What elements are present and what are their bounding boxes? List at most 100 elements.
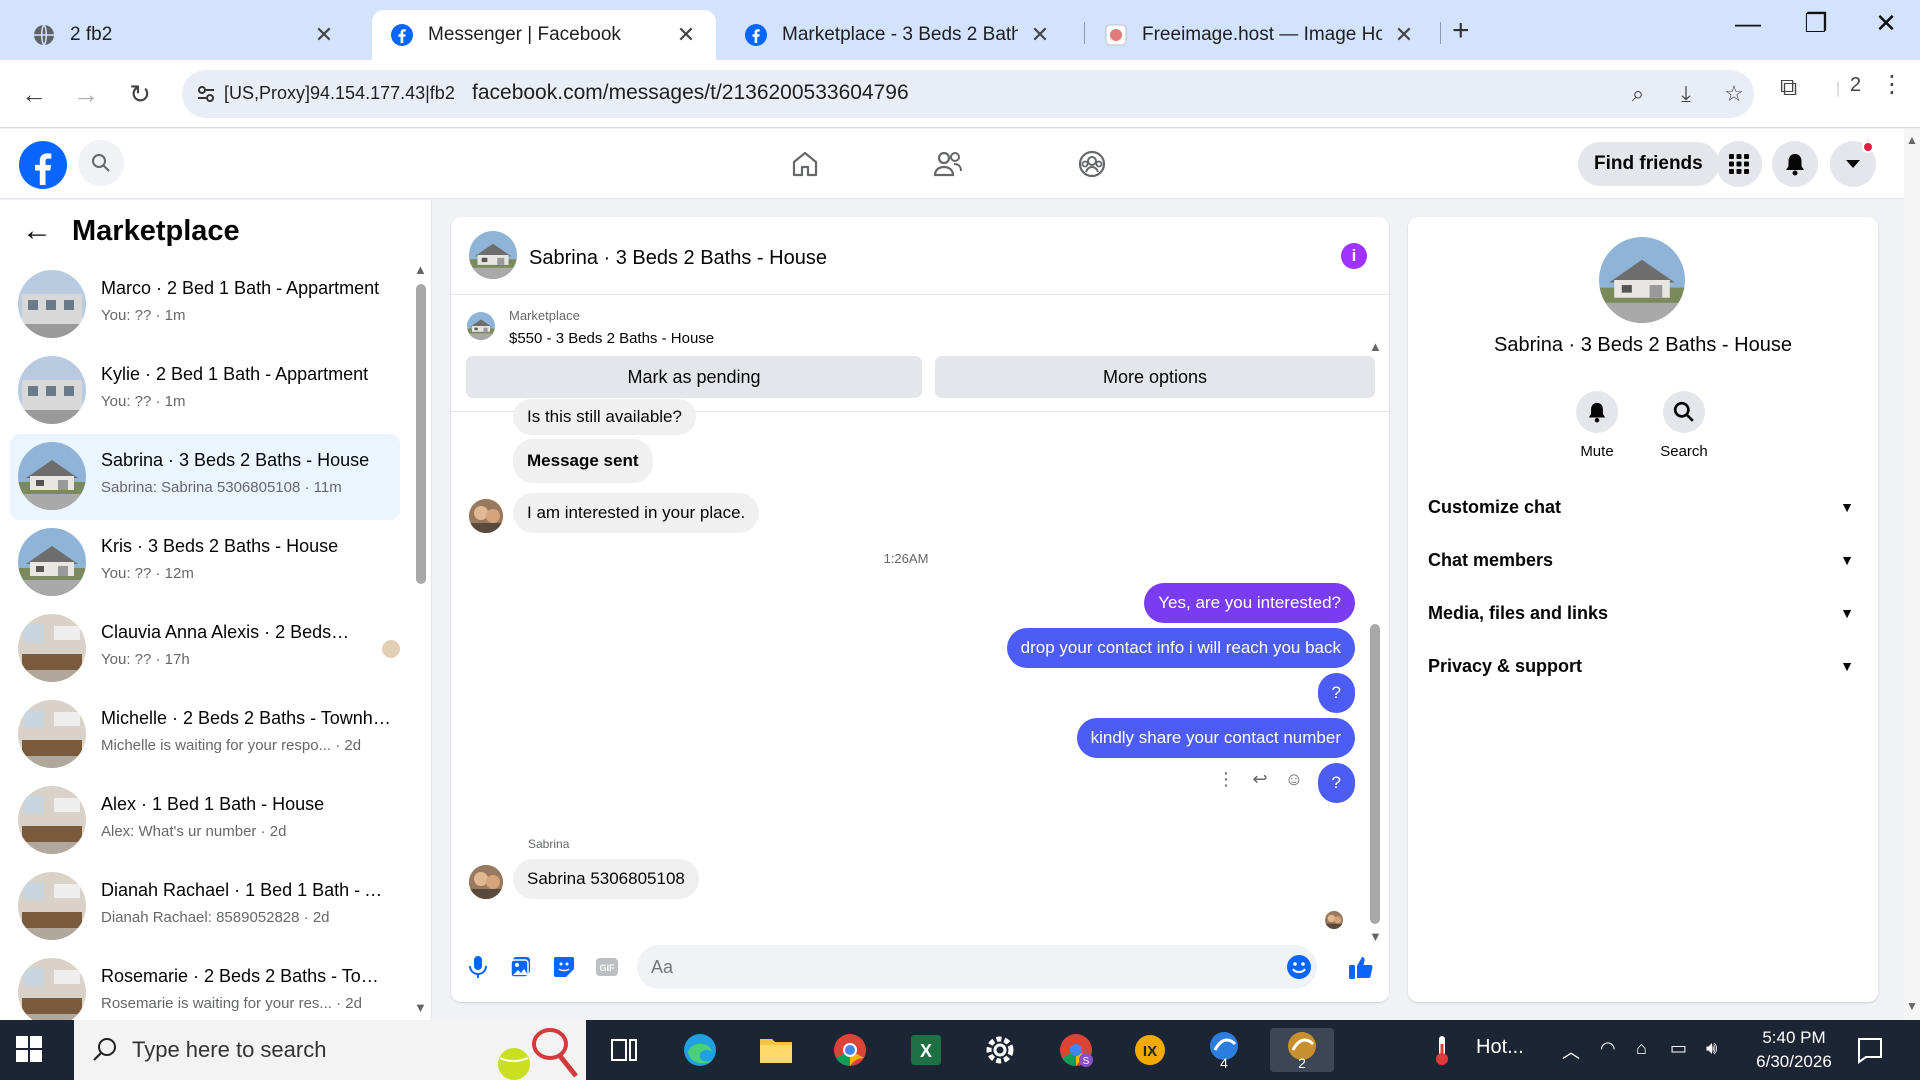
browser-tab-freeimage[interactable]: Freeimage.host — Image Hosting ✕ [1086,10,1434,60]
browser-tab-messenger[interactable]: Messenger | Facebook ✕ [372,10,716,60]
chat-scrollbar[interactable]: ▲ ▼ [1369,339,1382,944]
microphone-icon[interactable] [463,952,493,982]
listing-title[interactable]: $550 - 3 Beds 2 Baths - House [509,330,714,347]
sender-avatar[interactable] [469,499,503,533]
react-emoji-icon[interactable]: ☺ [1281,769,1307,790]
conversation-item[interactable]: Kylie · 2 Bed 1 Bath - Appartment You: ?… [10,348,400,434]
more-menu-icon[interactable]: ⋮ [1880,70,1904,99]
close-icon[interactable]: ✕ [1392,22,1416,48]
forward-arrow-icon[interactable]: → [66,74,106,114]
minimize-icon[interactable]: — [1728,8,1768,39]
restore-icon[interactable]: ❐ [1796,8,1836,39]
message-bubble-incoming[interactable]: Message sent [513,439,653,483]
sender-avatar[interactable] [469,865,503,899]
page-scrollbar[interactable]: ▲ ▼ [1904,129,1920,1020]
task-view-icon[interactable] [596,1028,652,1072]
account-menu-chevron-icon[interactable] [1830,141,1876,187]
facebook-logo-icon[interactable] [18,140,68,190]
show-hidden-icons-chevron-icon[interactable]: ︿ [1562,1038,1580,1064]
message-bubble-incoming[interactable]: I am interested in your place. [513,493,760,533]
mark-as-pending-button[interactable]: Mark as pending [466,356,922,398]
ix-browser-icon[interactable]: IX [1122,1028,1178,1072]
conversation-item[interactable]: Alex · 1 Bed 1 Bath - House Alex: What's… [10,778,400,864]
emoji-icon[interactable] [1284,952,1314,982]
file-explorer-icon[interactable] [748,1028,804,1072]
conversation-item[interactable]: Dianah Rachael · 1 Bed 1 Bath - Apartmen… [10,864,400,950]
message-bubble-outgoing[interactable]: drop your contact info i will reach you … [1006,628,1355,668]
meet-now-icon[interactable]: ⌂ [1636,1038,1647,1059]
gif-icon[interactable]: GIF [592,952,622,982]
more-options-button[interactable]: More options [935,356,1375,398]
browser-tab-marketplace[interactable]: Marketplace - 3 Beds 2 Baths - H ✕ [726,10,1070,60]
home-icon[interactable] [775,141,835,187]
notifications-bell-icon[interactable] [1772,141,1818,187]
sticker-icon[interactable] [549,952,579,982]
groups-icon[interactable] [1062,141,1122,187]
conversation-item[interactable]: Marco · 2 Bed 1 Bath - Appartment You: ?… [10,262,400,348]
browser-tab-fb2[interactable]: 2 fb2 ✕ [14,10,354,60]
back-arrow-icon[interactable]: ← [22,214,52,248]
search-in-chat-button[interactable]: Search [1644,391,1724,460]
conversation-item-active[interactable]: Sabrina · 3 Beds 2 Baths - House Sabrina… [10,434,400,520]
scrollbar-thumb[interactable] [416,284,426,584]
browser-instance-active-icon[interactable]: 2 [1270,1028,1334,1072]
scroll-up-icon[interactable]: ▲ [1906,133,1918,147]
volume-icon[interactable]: 🔊︎ [1706,1038,1717,1059]
message-bubble-outgoing[interactable]: ? [1317,763,1355,803]
close-icon[interactable]: ✕ [312,22,336,48]
conversation-item[interactable]: Rosemarie · 2 Beds 2 Baths - Townhouse R… [10,950,400,1020]
zoom-icon[interactable]: ⌕ [1622,78,1654,110]
site-settings-icon[interactable] [196,84,216,104]
notification-center-icon[interactable] [1856,1036,1884,1064]
window-close-icon[interactable]: ✕ [1866,8,1906,39]
more-actions-icon[interactable]: ⋮ [1213,769,1239,790]
photo-icon[interactable] [506,952,536,982]
close-icon[interactable]: ✕ [674,22,698,48]
taskbar-search-box[interactable]: Type here to search [74,1020,586,1080]
scroll-up-icon[interactable]: ▲ [1369,339,1382,354]
reload-icon[interactable]: ↻ [120,74,160,114]
message-bubble-outgoing[interactable]: kindly share your contact number [1076,718,1355,758]
chat-avatar-large[interactable] [1599,237,1685,323]
mute-button[interactable]: Mute [1557,391,1637,460]
chrome-profile-icon[interactable]: S [1048,1028,1104,1072]
url-text[interactable]: facebook.com/messages/t/2136200533604796 [472,81,909,105]
excel-icon[interactable]: X [898,1028,954,1072]
bookmark-star-icon[interactable]: ☆ [1718,78,1750,110]
message-bubble-outgoing[interactable]: Yes, are you interested? [1144,583,1355,623]
windows-start-icon[interactable] [16,1036,42,1062]
message-bubble-incoming[interactable]: Is this still available? [513,399,696,435]
thumbs-up-icon[interactable] [1346,952,1376,982]
chat-members-row[interactable]: Chat members ▼ [1428,540,1858,580]
browser-instance-icon[interactable]: 4 [1196,1028,1252,1072]
media-files-links-row[interactable]: Media, files and links ▼ [1428,593,1858,633]
profile-count[interactable]: 2 [1850,74,1861,97]
scroll-down-icon[interactable]: ▼ [414,1000,427,1015]
scroll-down-icon[interactable]: ▼ [1906,999,1918,1013]
side-panel-icon[interactable]: ⧉ [1780,74,1797,102]
system-clock[interactable]: 5:40 PM 6/30/2026 [1744,1026,1844,1074]
battery-icon[interactable]: ▭ [1670,1038,1687,1059]
message-bubble-outgoing[interactable]: ? [1317,673,1355,713]
reply-icon[interactable]: ↩ [1247,769,1273,790]
friends-icon[interactable] [918,141,978,187]
back-arrow-icon[interactable]: ← [14,74,54,114]
menu-grid-icon[interactable] [1716,141,1762,187]
message-bubble-incoming[interactable]: Sabrina 5306805108 [513,859,699,899]
close-icon[interactable]: ✕ [1028,22,1052,48]
find-friends-button[interactable]: Find friends [1578,142,1719,186]
chat-title[interactable]: Sabrina · 3 Beds 2 Baths - House [529,247,827,270]
privacy-support-row[interactable]: Privacy & support ▼ [1428,646,1858,686]
install-app-icon[interactable]: ⤓ [1670,78,1702,110]
edge-icon[interactable] [672,1028,728,1072]
message-input[interactable] [637,945,1317,989]
settings-gear-icon[interactable] [972,1028,1028,1072]
address-bar[interactable]: [US,Proxy]94.154.177.43|fb2 facebook.com… [182,70,1754,118]
wifi-icon[interactable]: ◠ [1600,1038,1616,1059]
scrollbar-thumb[interactable] [1370,624,1380,924]
search-icon[interactable] [78,140,124,186]
sidebar-scrollbar[interactable]: ▲ ▼ [414,262,427,1015]
weather-text[interactable]: Hot... [1476,1036,1524,1059]
customize-chat-row[interactable]: Customize chat ▼ [1428,487,1858,527]
info-icon[interactable]: i [1341,243,1367,269]
